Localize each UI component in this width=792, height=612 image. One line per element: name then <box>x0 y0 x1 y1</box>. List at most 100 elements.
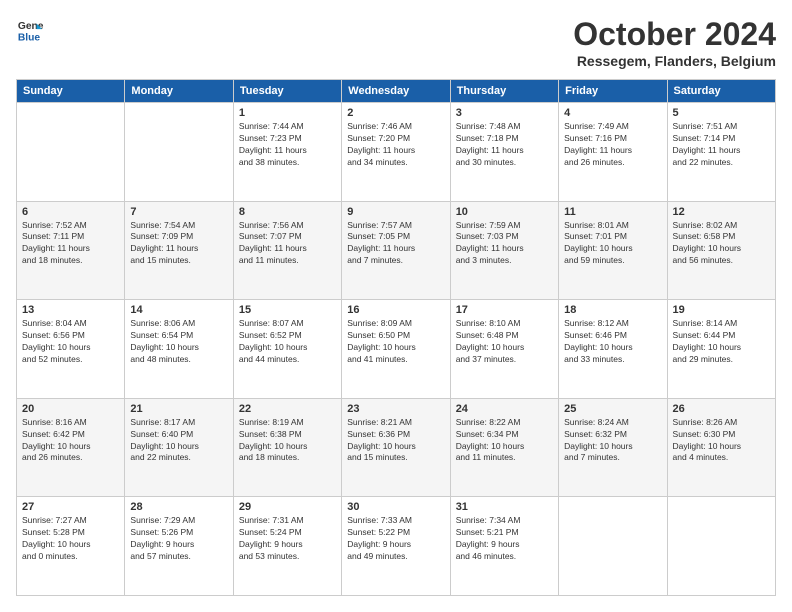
logo-icon: General Blue <box>16 16 44 44</box>
day-number: 9 <box>347 206 444 218</box>
cell-content: Sunrise: 7:31 AM Sunset: 5:24 PM Dayligh… <box>239 515 336 563</box>
cell-5-6 <box>559 497 667 596</box>
calendar-header-row: Sunday Monday Tuesday Wednesday Thursday… <box>17 80 776 103</box>
col-friday: Friday <box>559 80 667 103</box>
day-number: 3 <box>456 107 553 119</box>
cell-content: Sunrise: 8:17 AM Sunset: 6:40 PM Dayligh… <box>130 417 227 465</box>
day-number: 20 <box>22 403 119 415</box>
day-number: 5 <box>673 107 770 119</box>
cell-2-6: 11 Sunrise: 8:01 AM Sunset: 7:01 PM Dayli… <box>559 201 667 300</box>
day-number: 26 <box>673 403 770 415</box>
cell-content: Sunrise: 7:56 AM Sunset: 7:07 PM Dayligh… <box>239 220 336 268</box>
cell-content: Sunrise: 7:48 AM Sunset: 7:18 PM Dayligh… <box>456 121 553 169</box>
day-number: 18 <box>564 304 661 316</box>
cell-5-5: 31 Sunrise: 7:34 AM Sunset: 5:21 PM Dayli… <box>450 497 558 596</box>
day-number: 7 <box>130 206 227 218</box>
day-number: 31 <box>456 501 553 513</box>
week-row-2: 6 Sunrise: 7:52 AM Sunset: 7:11 PM Daylig… <box>17 201 776 300</box>
cell-3-1: 13 Sunrise: 8:04 AM Sunset: 6:56 PM Dayli… <box>17 300 125 399</box>
cell-content: Sunrise: 7:27 AM Sunset: 5:28 PM Dayligh… <box>22 515 119 563</box>
day-number: 19 <box>673 304 770 316</box>
cell-4-1: 20Sunrise: 8:16 AM Sunset: 6:42 PM Dayli… <box>17 398 125 497</box>
day-number: 11 <box>564 206 661 218</box>
cell-2-2: 7 Sunrise: 7:54 AM Sunset: 7:09 PM Daylig… <box>125 201 233 300</box>
cell-content: Sunrise: 7:57 AM Sunset: 7:05 PM Dayligh… <box>347 220 444 268</box>
cell-content: Sunrise: 8:04 AM Sunset: 6:56 PM Dayligh… <box>22 318 119 366</box>
cell-content: Sunrise: 8:02 AM Sunset: 6:58 PM Dayligh… <box>673 220 770 268</box>
col-monday: Monday <box>125 80 233 103</box>
cell-2-1: 6 Sunrise: 7:52 AM Sunset: 7:11 PM Daylig… <box>17 201 125 300</box>
header: General Blue October 2024 Ressegem, Flan… <box>16 16 776 69</box>
cell-2-5: 10 Sunrise: 7:59 AM Sunset: 7:03 PM Dayli… <box>450 201 558 300</box>
cell-1-4: 2 Sunrise: 7:46 AM Sunset: 7:20 PM Daylig… <box>342 103 450 202</box>
cell-5-3: 29 Sunrise: 7:31 AM Sunset: 5:24 PM Dayli… <box>233 497 341 596</box>
cell-content: Sunrise: 8:07 AM Sunset: 6:52 PM Dayligh… <box>239 318 336 366</box>
col-sunday: Sunday <box>17 80 125 103</box>
svg-text:General: General <box>18 21 44 32</box>
week-row-3: 13 Sunrise: 8:04 AM Sunset: 6:56 PM Dayli… <box>17 300 776 399</box>
cell-content: Sunrise: 8:24 AM Sunset: 6:32 PM Dayligh… <box>564 417 661 465</box>
svg-text:Blue: Blue <box>18 32 41 43</box>
day-number: 10 <box>456 206 553 218</box>
day-number: 25 <box>564 403 661 415</box>
cell-4-7: 26 Sunrise: 8:26 AM Sunset: 6:30 PM Dayli… <box>667 398 775 497</box>
day-number: 21 <box>130 403 227 415</box>
cell-1-7: 5Sunrise: 7:51 AM Sunset: 7:14 PM Daylig… <box>667 103 775 202</box>
col-saturday: Saturday <box>667 80 775 103</box>
day-number: 16 <box>347 304 444 316</box>
cell-1-5: 3 Sunrise: 7:48 AM Sunset: 7:18 PM Daylig… <box>450 103 558 202</box>
day-number: 6 <box>22 206 119 218</box>
cell-content: Sunrise: 7:59 AM Sunset: 7:03 PM Dayligh… <box>456 220 553 268</box>
cell-content: Sunrise: 8:22 AM Sunset: 6:34 PM Dayligh… <box>456 417 553 465</box>
day-number: 13 <box>22 304 119 316</box>
cell-3-4: 16 Sunrise: 8:09 AM Sunset: 6:50 PM Dayli… <box>342 300 450 399</box>
day-number: 22 <box>239 403 336 415</box>
cell-content: Sunrise: 8:26 AM Sunset: 6:30 PM Dayligh… <box>673 417 770 465</box>
cell-content: Sunrise: 7:54 AM Sunset: 7:09 PM Dayligh… <box>130 220 227 268</box>
cell-2-3: 8 Sunrise: 7:56 AM Sunset: 7:07 PM Daylig… <box>233 201 341 300</box>
cell-1-1 <box>17 103 125 202</box>
cell-content: Sunrise: 8:14 AM Sunset: 6:44 PM Dayligh… <box>673 318 770 366</box>
cell-4-5: 24Sunrise: 8:22 AM Sunset: 6:34 PM Dayli… <box>450 398 558 497</box>
cell-4-4: 23Sunrise: 8:21 AM Sunset: 6:36 PM Dayli… <box>342 398 450 497</box>
day-number: 8 <box>239 206 336 218</box>
cell-5-2: 28 Sunrise: 7:29 AM Sunset: 5:26 PM Dayli… <box>125 497 233 596</box>
cell-content: Sunrise: 7:33 AM Sunset: 5:22 PM Dayligh… <box>347 515 444 563</box>
week-row-1: 1 Sunrise: 7:44 AM Sunset: 7:23 PM Daylig… <box>17 103 776 202</box>
cell-content: Sunrise: 7:44 AM Sunset: 7:23 PM Dayligh… <box>239 121 336 169</box>
cell-content: Sunrise: 8:06 AM Sunset: 6:54 PM Dayligh… <box>130 318 227 366</box>
cell-content: Sunrise: 8:01 AM Sunset: 7:01 PM Dayligh… <box>564 220 661 268</box>
day-number: 29 <box>239 501 336 513</box>
cell-content: Sunrise: 7:46 AM Sunset: 7:20 PM Dayligh… <box>347 121 444 169</box>
location: Ressegem, Flanders, Belgium <box>573 53 776 69</box>
cell-content: Sunrise: 8:09 AM Sunset: 6:50 PM Dayligh… <box>347 318 444 366</box>
cell-4-2: 21 Sunrise: 8:17 AM Sunset: 6:40 PM Dayli… <box>125 398 233 497</box>
cell-content: Sunrise: 7:29 AM Sunset: 5:26 PM Dayligh… <box>130 515 227 563</box>
cell-3-3: 15Sunrise: 8:07 AM Sunset: 6:52 PM Dayli… <box>233 300 341 399</box>
day-number: 4 <box>564 107 661 119</box>
cell-4-3: 22 Sunrise: 8:19 AM Sunset: 6:38 PM Dayli… <box>233 398 341 497</box>
day-number: 1 <box>239 107 336 119</box>
cell-1-6: 4 Sunrise: 7:49 AM Sunset: 7:16 PM Daylig… <box>559 103 667 202</box>
day-number: 12 <box>673 206 770 218</box>
cell-content: Sunrise: 7:52 AM Sunset: 7:11 PM Dayligh… <box>22 220 119 268</box>
day-number: 28 <box>130 501 227 513</box>
cell-content: Sunrise: 8:19 AM Sunset: 6:38 PM Dayligh… <box>239 417 336 465</box>
day-number: 17 <box>456 304 553 316</box>
cell-3-7: 19 Sunrise: 8:14 AM Sunset: 6:44 PM Dayli… <box>667 300 775 399</box>
cell-2-7: 12 Sunrise: 8:02 AM Sunset: 6:58 PM Dayli… <box>667 201 775 300</box>
day-number: 14 <box>130 304 227 316</box>
cell-content: Sunrise: 7:49 AM Sunset: 7:16 PM Dayligh… <box>564 121 661 169</box>
cell-1-2 <box>125 103 233 202</box>
cell-content: Sunrise: 7:34 AM Sunset: 5:21 PM Dayligh… <box>456 515 553 563</box>
day-number: 27 <box>22 501 119 513</box>
col-tuesday: Tuesday <box>233 80 341 103</box>
cell-content: Sunrise: 8:10 AM Sunset: 6:48 PM Dayligh… <box>456 318 553 366</box>
day-number: 23 <box>347 403 444 415</box>
cell-3-5: 17 Sunrise: 8:10 AM Sunset: 6:48 PM Dayli… <box>450 300 558 399</box>
week-row-5: 27 Sunrise: 7:27 AM Sunset: 5:28 PM Dayli… <box>17 497 776 596</box>
day-number: 2 <box>347 107 444 119</box>
day-number: 30 <box>347 501 444 513</box>
cell-content: Sunrise: 8:12 AM Sunset: 6:46 PM Dayligh… <box>564 318 661 366</box>
col-thursday: Thursday <box>450 80 558 103</box>
